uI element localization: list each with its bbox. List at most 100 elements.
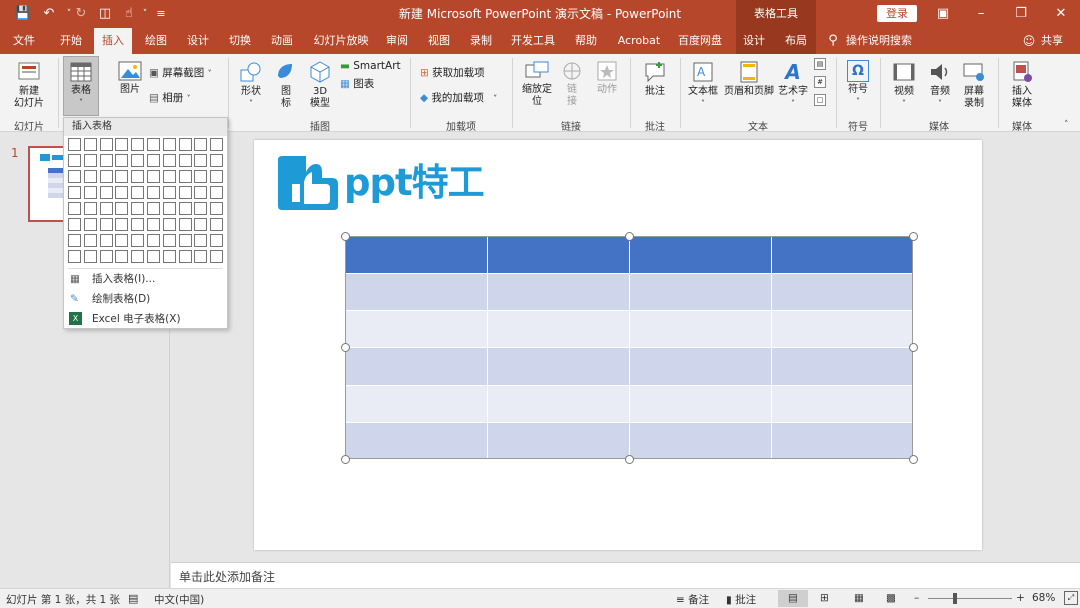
- grid-cell[interactable]: [194, 250, 208, 263]
- grid-cell[interactable]: [131, 234, 145, 247]
- textbox-button[interactable]: A 文本框 ˅: [686, 60, 720, 110]
- grid-cell[interactable]: [162, 202, 176, 215]
- grid-cell[interactable]: [68, 234, 81, 247]
- grid-cell[interactable]: [131, 170, 145, 183]
- resize-handle-left[interactable]: [341, 343, 350, 352]
- tab-table-design[interactable]: 设计: [738, 28, 770, 54]
- grid-cell[interactable]: [194, 170, 208, 183]
- grid-cell[interactable]: [99, 250, 113, 263]
- customize-toolbar-icon[interactable]: ≡: [150, 4, 172, 24]
- minimize-icon[interactable]: –: [962, 0, 1000, 28]
- grid-cell[interactable]: [162, 186, 176, 199]
- comments-toggle-button[interactable]: ▮ 批注: [726, 592, 756, 607]
- grid-cell[interactable]: [83, 250, 97, 263]
- grid-cell[interactable]: [210, 250, 224, 263]
- tab-view[interactable]: 视图: [422, 28, 456, 54]
- video-button[interactable]: 视频 ˅: [888, 60, 920, 110]
- tab-draw[interactable]: 绘图: [138, 28, 174, 54]
- grid-cell[interactable]: [83, 170, 97, 183]
- redo-icon[interactable]: ↻: [70, 4, 92, 24]
- grid-cell[interactable]: [178, 218, 192, 231]
- normal-view-icon[interactable]: ▤: [778, 590, 808, 607]
- tab-record[interactable]: 录制: [464, 28, 498, 54]
- resize-handle-right[interactable]: [909, 343, 918, 352]
- grid-cell[interactable]: [147, 138, 160, 151]
- grid-cell[interactable]: [99, 138, 113, 151]
- tab-acrobat[interactable]: Acrobat: [612, 28, 666, 54]
- screenshot-button[interactable]: ▣ 屏幕截图 ˅: [149, 65, 212, 82]
- resize-handle-top[interactable]: [625, 232, 634, 241]
- grid-cell[interactable]: [178, 250, 192, 263]
- insert-media-button[interactable]: 插入 媒体: [1004, 60, 1040, 110]
- grid-cell[interactable]: [131, 250, 145, 263]
- table-size-grid[interactable]: [68, 138, 226, 266]
- zoom-button[interactable]: 缩放定 位: [518, 60, 556, 108]
- grid-cell[interactable]: [83, 202, 97, 215]
- grid-cell[interactable]: [210, 186, 224, 199]
- tab-transitions[interactable]: 切换: [222, 28, 258, 54]
- grid-cell[interactable]: [162, 218, 176, 231]
- tab-home[interactable]: 开始: [52, 28, 90, 54]
- grid-cell[interactable]: [162, 154, 176, 167]
- grid-cell[interactable]: [131, 218, 145, 231]
- grid-cell[interactable]: [99, 218, 113, 231]
- grid-cell[interactable]: [147, 250, 160, 263]
- ribbon-display-options-icon[interactable]: ▣: [924, 0, 962, 28]
- wordart-button[interactable]: A 艺术字 ˅: [776, 60, 810, 110]
- grid-cell[interactable]: [147, 218, 160, 231]
- notes-pane[interactable]: 单击此处添加备注: [171, 562, 1080, 588]
- tab-review[interactable]: 审阅: [380, 28, 414, 54]
- screen-record-button[interactable]: 屏幕 录制: [958, 60, 990, 110]
- grid-cell[interactable]: [68, 186, 81, 199]
- grid-cell[interactable]: [147, 154, 160, 167]
- grid-cell[interactable]: [162, 234, 176, 247]
- my-addins-button[interactable]: ◆ 我的加载项 ˅: [420, 90, 497, 107]
- zoom-out-icon[interactable]: –: [914, 592, 919, 604]
- grid-cell[interactable]: [115, 138, 129, 151]
- 3d-model-button[interactable]: 3D 模型: [305, 60, 335, 110]
- grid-cell[interactable]: [99, 234, 113, 247]
- restore-icon[interactable]: ❐: [1002, 0, 1040, 28]
- slide-number-icon[interactable]: #: [814, 76, 826, 88]
- slide-sorter-icon[interactable]: ⊞: [820, 592, 829, 604]
- grid-cell[interactable]: [115, 234, 129, 247]
- close-icon[interactable]: ✕: [1042, 0, 1080, 28]
- grid-cell[interactable]: [210, 218, 224, 231]
- grid-cell[interactable]: [194, 202, 208, 215]
- grid-cell[interactable]: [131, 186, 145, 199]
- picture-button[interactable]: 图片: [114, 60, 146, 96]
- grid-cell[interactable]: [115, 202, 129, 215]
- grid-cell[interactable]: [178, 154, 192, 167]
- draw-table-item[interactable]: ✎ 绘制表格(D): [64, 289, 227, 309]
- table-button[interactable]: 表格 ˅: [63, 56, 99, 116]
- header-footer-button[interactable]: 页眉和页脚: [722, 60, 776, 98]
- grid-cell[interactable]: [147, 202, 160, 215]
- grid-cell[interactable]: [99, 186, 113, 199]
- grid-cell[interactable]: [115, 218, 129, 231]
- grid-cell[interactable]: [147, 170, 160, 183]
- album-button[interactable]: ▤ 相册 ˅: [149, 90, 191, 107]
- grid-cell[interactable]: [210, 138, 224, 151]
- grid-cell[interactable]: [178, 170, 192, 183]
- grid-cell[interactable]: [210, 154, 224, 167]
- grid-cell[interactable]: [83, 234, 97, 247]
- grid-cell[interactable]: [147, 186, 160, 199]
- slideshow-view-icon[interactable]: ▩: [886, 592, 896, 604]
- tab-slideshow[interactable]: 幻灯片放映: [310, 28, 372, 54]
- zoom-level[interactable]: 68%: [1032, 592, 1055, 604]
- grid-cell[interactable]: [178, 138, 192, 151]
- grid-cell[interactable]: [162, 170, 176, 183]
- grid-cell[interactable]: [99, 202, 113, 215]
- resize-handle-bottom-right[interactable]: [909, 455, 918, 464]
- collapse-ribbon-icon[interactable]: ˄: [1064, 120, 1069, 130]
- resize-handle-top-right[interactable]: [909, 232, 918, 241]
- grid-cell[interactable]: [68, 170, 81, 183]
- grid-cell[interactable]: [210, 234, 224, 247]
- tab-help[interactable]: 帮助: [568, 28, 604, 54]
- grid-cell[interactable]: [115, 186, 129, 199]
- zoom-in-icon[interactable]: +: [1016, 592, 1025, 604]
- grid-cell[interactable]: [178, 234, 192, 247]
- grid-cell[interactable]: [68, 250, 81, 263]
- present-from-start-icon[interactable]: ◫: [94, 4, 116, 24]
- chart-button[interactable]: ▦ 图表: [340, 76, 374, 92]
